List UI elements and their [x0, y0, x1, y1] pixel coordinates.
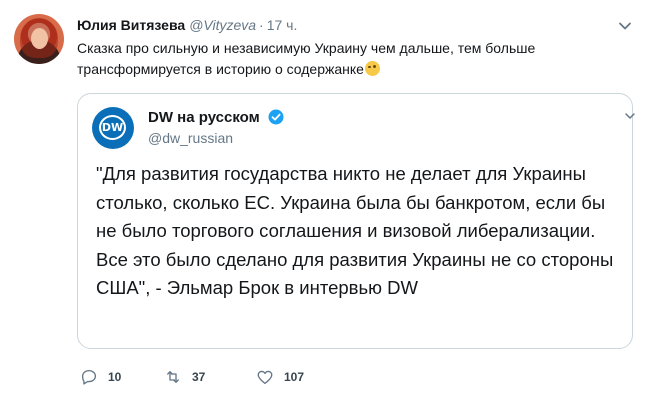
retweet-icon [167, 371, 179, 383]
quoted-author-handle[interactable]: @dw_russian [148, 129, 233, 147]
quoted-tweet-text: "Для развития государства никто не делае… [96, 163, 614, 298]
dw-logo: DW [99, 115, 126, 140]
like-button[interactable]: 107 [256, 367, 304, 387]
retweet-count: 37 [192, 370, 206, 384]
author-name[interactable]: Юлия Витязева [77, 17, 185, 33]
tweet-header: Юлия Витязева @Vityzeva · 17 ч. [77, 16, 297, 34]
dw-logo-avatar[interactable]: DW [92, 107, 134, 149]
tweet-text-content: Сказка про сильную и независимую Украину… [77, 40, 536, 77]
verified-badge-icon [268, 109, 284, 125]
chevron-down-icon[interactable] [624, 110, 636, 122]
retweet-button[interactable]: 37 [164, 367, 205, 387]
author-avatar[interactable] [14, 14, 64, 64]
avatar-face [31, 28, 48, 49]
reply-count: 10 [108, 370, 122, 384]
author-handle[interactable]: @Vityzeva [189, 17, 256, 33]
quoted-author-name[interactable]: DW на русском [148, 109, 284, 127]
tweet-time[interactable]: 17 ч. [267, 17, 298, 33]
separator-dot: · [259, 17, 264, 33]
like-count: 107 [284, 370, 305, 384]
quoted-author-name-text: DW на русском [148, 109, 260, 126]
chevron-down-icon[interactable] [617, 18, 633, 34]
heart-icon [257, 370, 273, 385]
winking-face-emoji-icon [364, 61, 380, 76]
tweet: Юлия Витязева @Vityzeva · 17 ч. Сказка про … [0, 0, 651, 402]
tweet-text: Сказка про сильную и независимую Украину… [77, 38, 622, 80]
quoted-tweet[interactable]: DW DW на русском @dw_russian "Для развит… [77, 93, 636, 349]
reply-icon [81, 369, 97, 385]
reply-button[interactable]: 10 [80, 367, 121, 387]
